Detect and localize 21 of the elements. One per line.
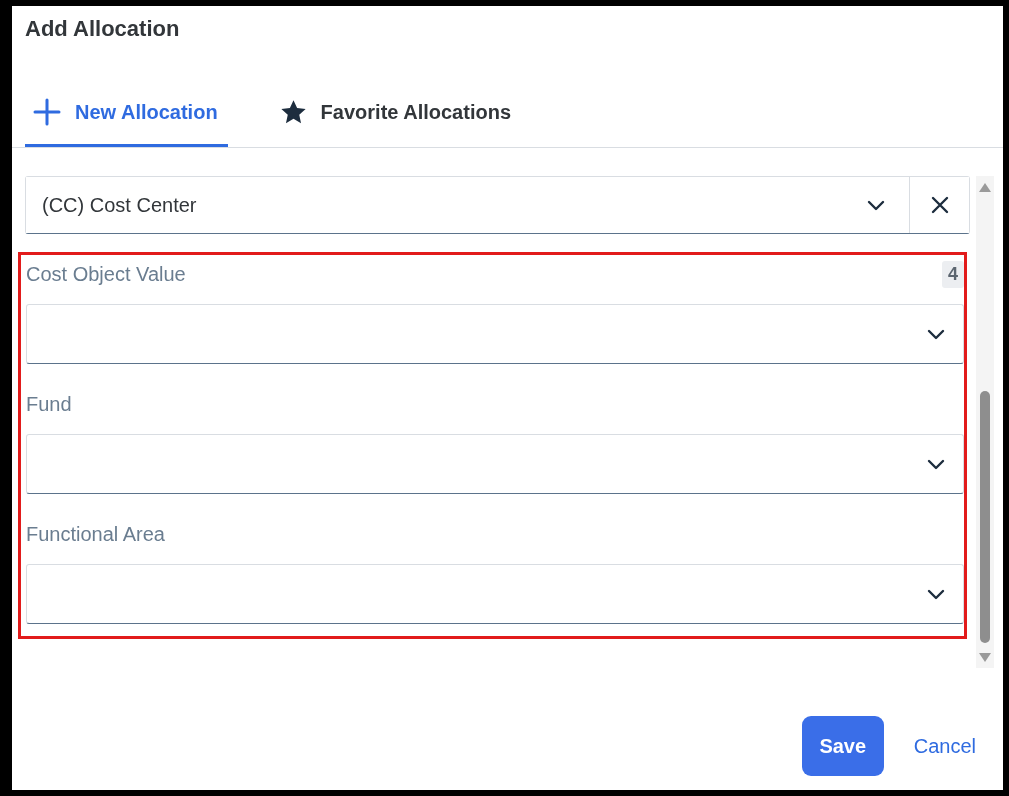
plus-icon	[33, 98, 61, 126]
clear-button[interactable]	[909, 177, 969, 233]
close-icon	[930, 196, 949, 214]
count-badge: 4	[942, 260, 964, 288]
select-field[interactable]: (CC) Cost Center	[25, 176, 970, 234]
save-button[interactable]: Save	[801, 716, 884, 776]
chevron-down-icon	[927, 588, 945, 600]
tab[interactable]: Favorite Allocations	[271, 80, 522, 147]
dialog-title: Add Allocation	[25, 16, 180, 43]
star-icon	[279, 99, 307, 125]
tab[interactable]: New Allocation	[25, 80, 228, 147]
dropdown-field[interactable]	[26, 564, 964, 624]
chevron-down-icon	[927, 458, 945, 470]
dropdown-field[interactable]	[26, 304, 964, 364]
dropdown-field[interactable]	[26, 434, 964, 494]
field-label: Functional Area	[26, 522, 165, 547]
cancel-link[interactable]: Cancel	[909, 716, 980, 776]
field-label: Cost Object Value	[26, 262, 186, 287]
chevron-down-icon	[867, 199, 885, 211]
field-label: Fund	[26, 392, 72, 417]
chevron-down-icon	[927, 328, 945, 340]
